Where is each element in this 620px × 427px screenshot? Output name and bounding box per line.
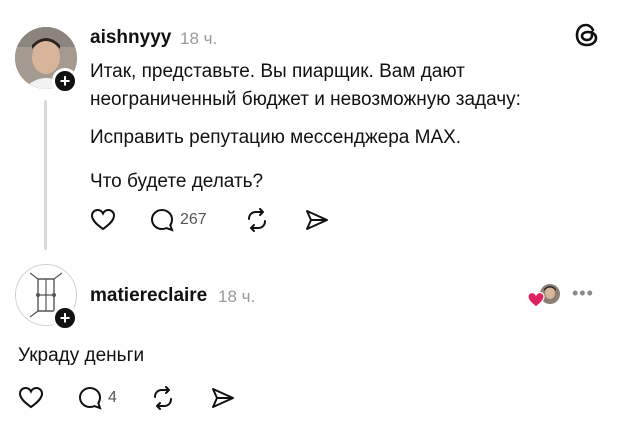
reply-button[interactable]: 267 bbox=[150, 208, 207, 232]
liked-by-avatars[interactable] bbox=[528, 283, 564, 309]
follow-plus-icon[interactable]: + bbox=[52, 305, 78, 331]
reply-button[interactable]: 4 bbox=[78, 386, 117, 410]
repost-button[interactable] bbox=[150, 386, 176, 410]
like-button[interactable] bbox=[90, 208, 116, 232]
post-text-line: неограниченный бюджет и невозможную зада… bbox=[90, 89, 521, 110]
more-options-icon[interactable]: ••• bbox=[572, 283, 594, 304]
reply-text: Украду деньги bbox=[18, 345, 145, 366]
share-button[interactable] bbox=[304, 208, 330, 232]
post-text-line: Исправить репутацию мессенджера MAX. bbox=[90, 127, 462, 148]
repost-icon bbox=[154, 386, 172, 410]
repost-icon bbox=[248, 208, 266, 232]
post-username[interactable]: matiereclaire bbox=[90, 285, 207, 307]
heart-icon bbox=[528, 291, 545, 308]
post-text-line: Итак, представьте. Вы пиарщик. Вам дают bbox=[90, 61, 465, 82]
thread-line bbox=[44, 100, 47, 250]
like-button[interactable] bbox=[18, 386, 44, 410]
threads-logo-icon[interactable] bbox=[572, 20, 602, 50]
post-time: 18 ч. bbox=[180, 29, 218, 48]
reply-count: 4 bbox=[108, 389, 117, 406]
heart-icon bbox=[90, 208, 116, 231]
send-icon bbox=[212, 388, 234, 408]
post-time: 18 ч. bbox=[218, 287, 256, 306]
follow-plus-icon[interactable]: + bbox=[52, 68, 78, 94]
share-button[interactable] bbox=[210, 386, 236, 410]
post-text-line: Что будете делать? bbox=[90, 171, 264, 192]
heart-icon bbox=[18, 386, 44, 409]
send-icon bbox=[306, 210, 328, 230]
post-username[interactable]: aishnyyy bbox=[90, 27, 171, 49]
repost-button[interactable] bbox=[244, 208, 270, 232]
comment-icon bbox=[78, 386, 102, 410]
reply-count: 267 bbox=[180, 211, 207, 228]
comment-icon bbox=[150, 208, 174, 232]
